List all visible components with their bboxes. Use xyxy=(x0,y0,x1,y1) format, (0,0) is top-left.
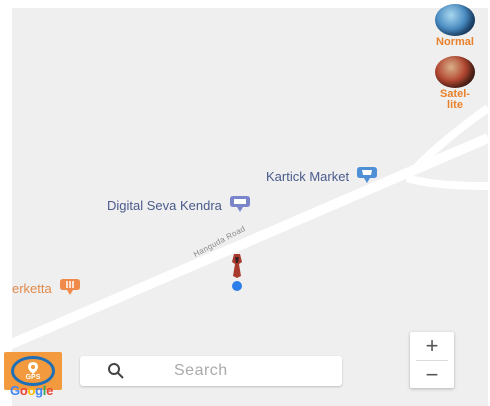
search-icon xyxy=(108,363,124,379)
search-bar[interactable] xyxy=(80,356,342,386)
normal-map-label: Normal xyxy=(436,36,474,48)
satellite-map-label: Satel- lite xyxy=(440,88,470,111)
zoom-out-button[interactable]: − xyxy=(410,361,454,389)
satellite-map-button[interactable]: Satel- lite xyxy=(426,56,484,111)
location-pin-icon xyxy=(28,361,38,374)
satellite-globe-icon xyxy=(435,56,475,88)
atm-pin-icon xyxy=(228,195,252,216)
place-label: Kartick Market xyxy=(266,169,350,184)
normal-map-button[interactable]: Normal xyxy=(426,4,484,48)
search-input[interactable] xyxy=(172,361,326,381)
place-label: Digital Seva Kendra xyxy=(107,198,222,213)
side-road-right xyxy=(405,174,488,190)
zoom-in-button[interactable]: + xyxy=(410,332,454,360)
restaurant-pin-icon xyxy=(58,278,82,299)
place-digital-seva-kendra[interactable]: Digital Seva Kendra xyxy=(107,195,252,216)
gps-ring-icon: GPS xyxy=(11,356,55,386)
place-kerketta[interactable]: erketta xyxy=(12,278,82,299)
zoom-controls: + − xyxy=(410,332,454,388)
place-label: erketta xyxy=(12,281,52,296)
globe-icon xyxy=(435,4,475,36)
gps-label: GPS xyxy=(25,373,41,381)
user-location-marker xyxy=(230,254,244,299)
store-pin-icon xyxy=(355,166,379,187)
place-kartick-market[interactable]: Kartick Market xyxy=(266,166,379,187)
google-logo: Google xyxy=(10,383,54,398)
